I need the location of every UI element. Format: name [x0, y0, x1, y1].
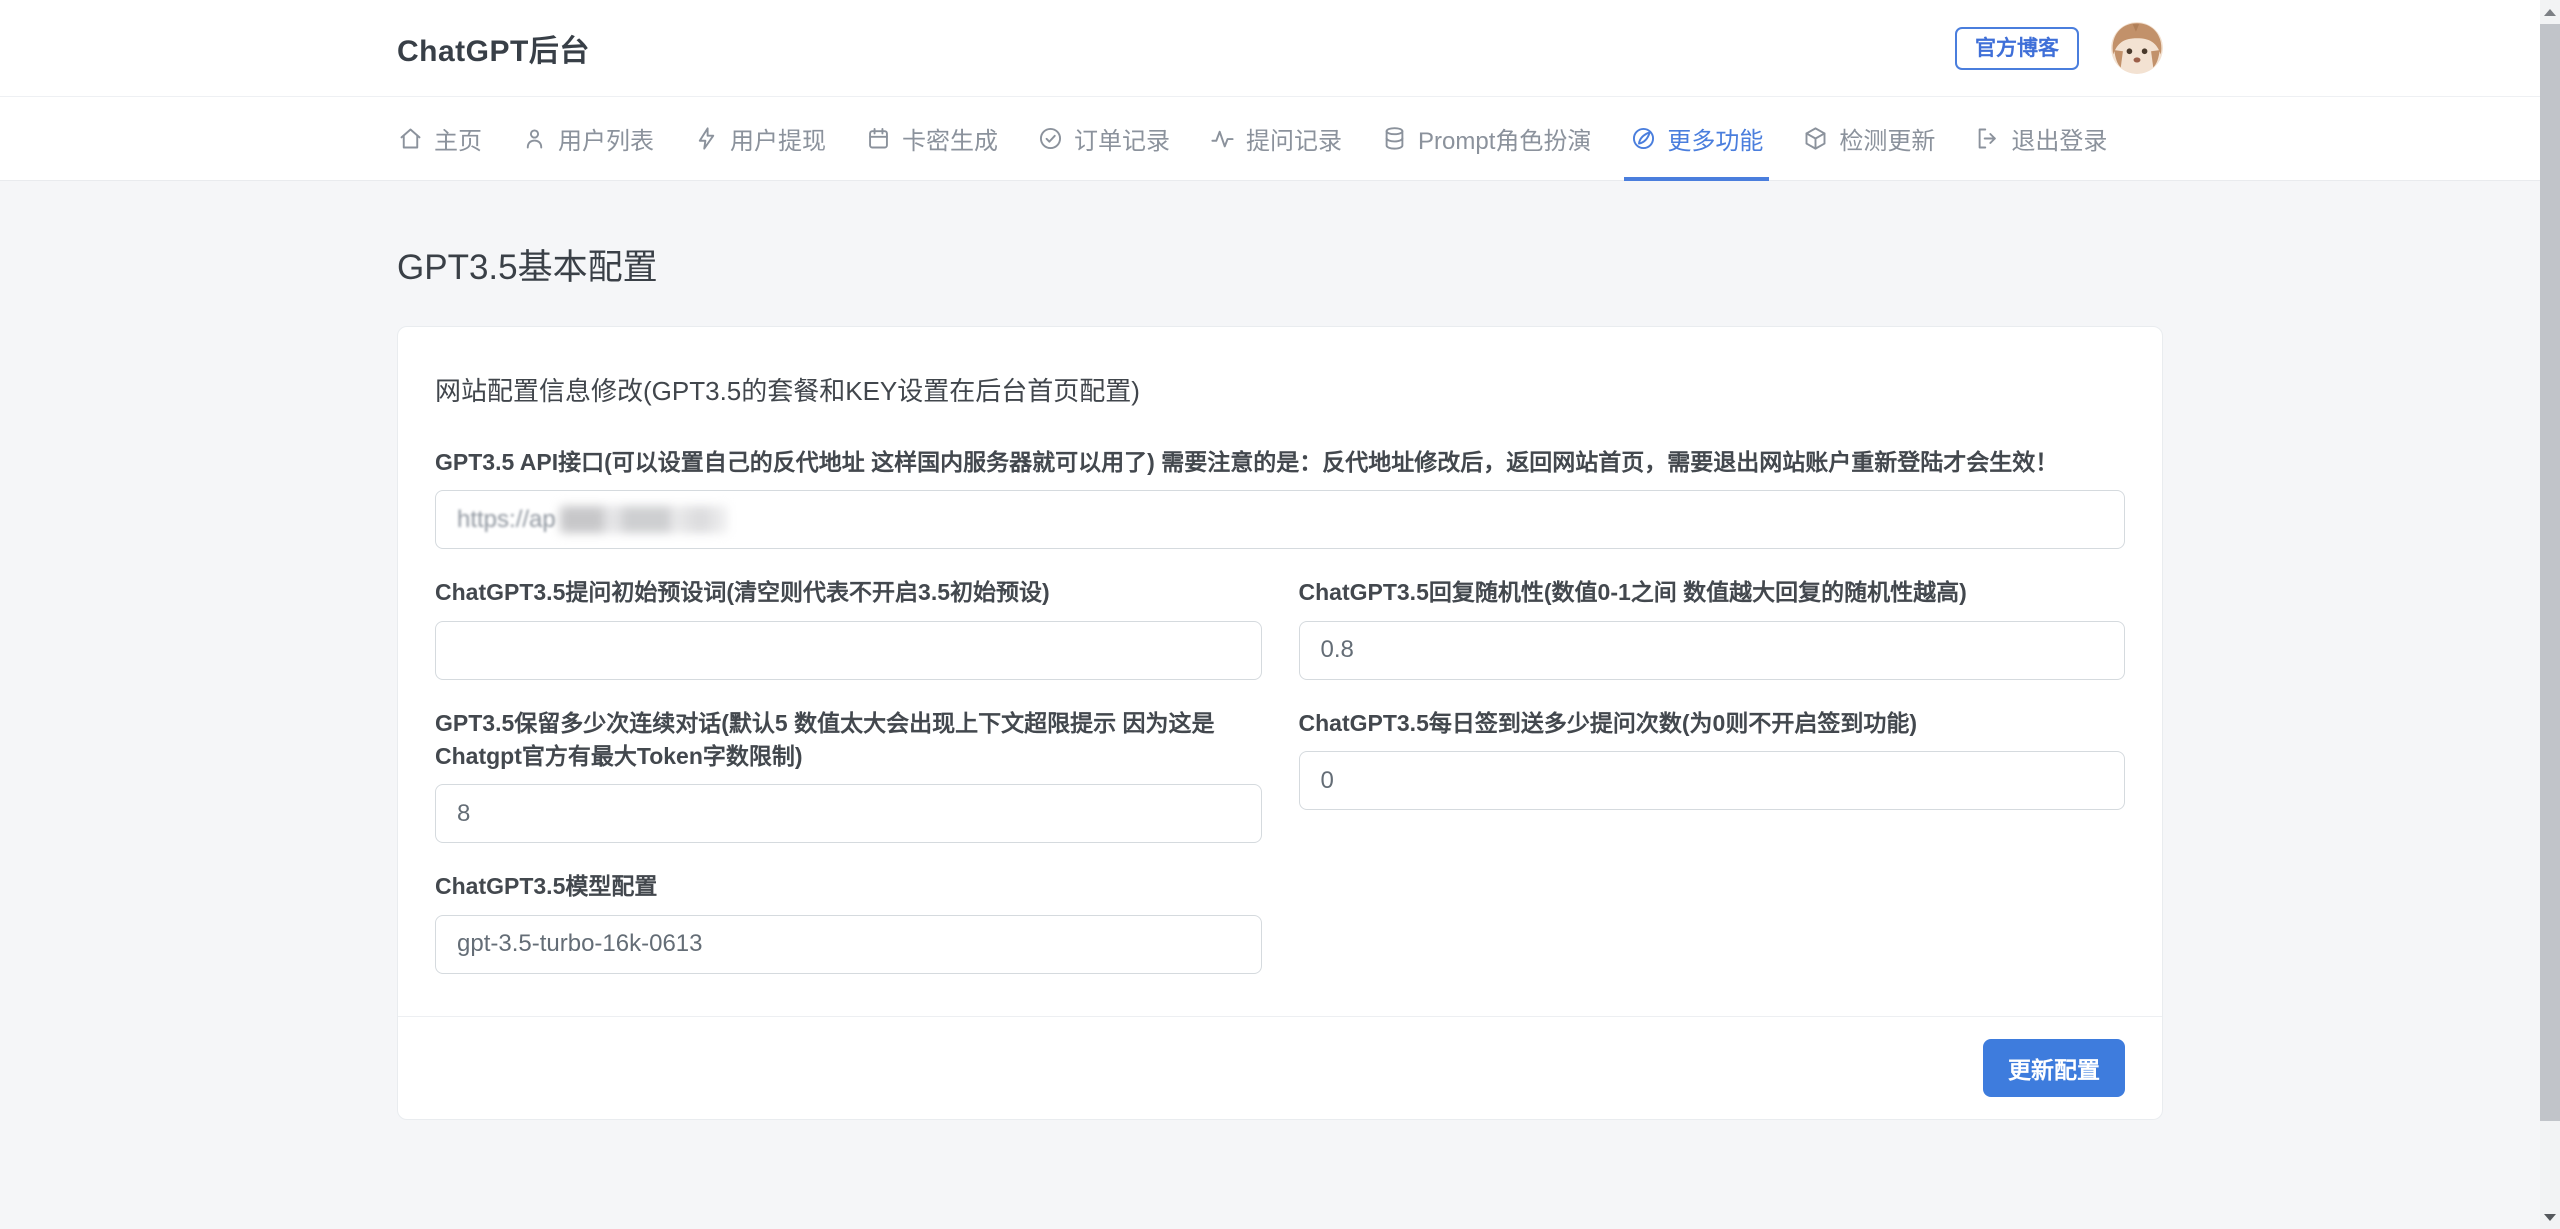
user-icon	[526, 129, 543, 149]
field-randomness: ChatGPT3.5回复随机性(数值0-1之间 数值越大回复的随机性越高)	[1298, 576, 2125, 680]
card-heading: 网站配置信息修改(GPT3.5的套餐和KEY设置在后台首页配置)	[435, 376, 1140, 406]
nav-item-home[interactable]: 主页	[397, 97, 482, 180]
check-circle-icon	[1039, 127, 1062, 150]
field-daily-signin: ChatGPT3.5每日签到送多少提问次数(为0则不开启签到功能)	[1298, 707, 2125, 811]
logout-icon	[1979, 128, 1997, 149]
nav-item-prompt-roleplay[interactable]: Prompt角色扮演	[1381, 97, 1591, 180]
main-content: GPT3.5基本配置 网站配置信息修改(GPT3.5的套餐和KEY设置在后台首页…	[397, 239, 2163, 1120]
field-initial-preset: ChatGPT3.5提问初始预设词(清空则代表不开启3.5初始预设)	[435, 576, 1262, 680]
scrollbar-thumb[interactable]	[2540, 24, 2560, 1121]
field-api-endpoint: GPT3.5 API接口(可以设置自己的反代地址 这样国内服务器就可以用了) 需…	[435, 446, 2125, 550]
home-icon	[400, 128, 421, 149]
avatar-image	[2111, 22, 2163, 74]
scrollbar-down-arrow[interactable]	[2540, 1205, 2560, 1229]
nav-item-questions[interactable]: 提问记录	[1209, 97, 1342, 180]
activity-icon	[1211, 130, 1234, 148]
scrollbar-up-arrow[interactable]	[2540, 0, 2560, 24]
nav-item-card-keys[interactable]: 卡密生成	[865, 97, 998, 180]
cube-icon	[1805, 127, 1826, 150]
lightning-icon	[698, 127, 715, 150]
initial-preset-input[interactable]	[435, 620, 1262, 680]
model-input[interactable]	[435, 914, 1262, 974]
initial-preset-label: ChatGPT3.5提问初始预设词(清空则代表不开启3.5初始预设)	[435, 579, 1050, 606]
user-avatar[interactable]	[2111, 22, 2163, 74]
page-title: GPT3.5基本配置	[397, 248, 658, 287]
daily-signin-label: ChatGPT3.5每日签到送多少提问次数(为0则不开启签到功能)	[1298, 709, 1917, 736]
database-icon	[1385, 127, 1404, 150]
update-config-button[interactable]: 更新配置	[1983, 1038, 2125, 1097]
context-rounds-input[interactable]	[435, 784, 1262, 844]
nav-item-more-features[interactable]: 更多功能	[1624, 97, 1770, 181]
api-endpoint-value: https://ap	[457, 505, 556, 533]
calendar-icon	[869, 127, 888, 149]
redacted-url-segment	[559, 506, 728, 534]
field-model: ChatGPT3.5模型配置	[435, 870, 1262, 974]
nav-item-logout[interactable]: 退出登录	[1974, 97, 2107, 180]
app-title: ChatGPT后台	[397, 35, 590, 68]
api-endpoint-label: GPT3.5 API接口(可以设置自己的反代地址 这样国内服务器就可以用了) 需…	[435, 449, 2059, 475]
nav-item-orders[interactable]: 订单记录	[1037, 97, 1170, 180]
topbar: ChatGPT后台 官方博客	[0, 0, 2560, 97]
daily-signin-input[interactable]	[1298, 751, 2125, 811]
nav-item-user-list[interactable]: 用户列表	[521, 97, 654, 180]
vertical-scrollbar[interactable]	[2540, 0, 2560, 1229]
context-rounds-label: GPT3.5保留多少次连续对话(默认5 数值太大会出现上下文超限提示 因为这是C…	[435, 709, 1215, 770]
nav-item-check-update[interactable]: 检测更新	[1802, 97, 1935, 180]
api-endpoint-input[interactable]: https://ap	[435, 490, 2125, 550]
nav-item-withdraw[interactable]: 用户提现	[693, 97, 826, 180]
quill-circle-icon	[1633, 127, 1655, 150]
randomness-input[interactable]	[1298, 620, 2125, 680]
field-context-rounds: GPT3.5保留多少次连续对话(默认5 数值太大会出现上下文超限提示 因为这是C…	[435, 707, 1262, 844]
official-blog-button[interactable]: 官方博客	[1955, 26, 2079, 70]
model-label: ChatGPT3.5模型配置	[435, 873, 658, 900]
main-nav: 主页 用户列表 用户提现 卡密生成 订单记录 提问记录 Prompt角色扮演 更…	[0, 97, 2560, 181]
card-footer: 更新配置	[398, 1015, 2162, 1119]
config-card: 网站配置信息修改(GPT3.5的套餐和KEY设置在后台首页配置) GPT3.5 …	[397, 326, 2163, 1120]
randomness-label: ChatGPT3.5回复随机性(数值0-1之间 数值越大回复的随机性越高)	[1298, 579, 1967, 606]
